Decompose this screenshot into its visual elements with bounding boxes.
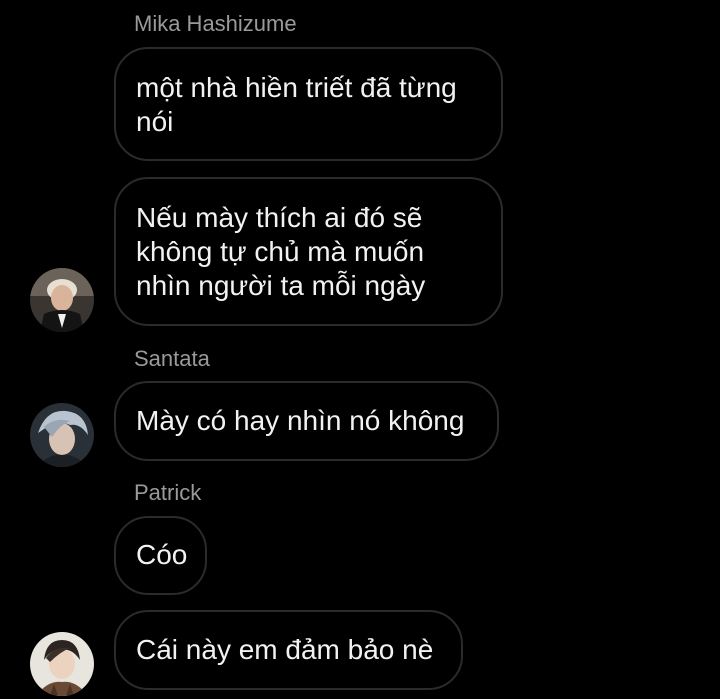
user-avatar-patrick[interactable] — [30, 632, 94, 696]
message-bubble[interactable]: Cóo — [114, 516, 207, 595]
message-text: một nhà hiền triết đã từng — [136, 72, 457, 103]
sender-name: Patrick — [134, 480, 202, 505]
message-text: nói — [136, 106, 174, 137]
message-text: nhìn người ta mỗi ngày — [136, 270, 426, 301]
message-text: Cóo — [136, 539, 188, 570]
sender-name: Mika Hashizume — [134, 11, 297, 36]
user-avatar-santata[interactable] — [30, 403, 94, 467]
message-text: Nếu mày thích ai đó sẽ — [136, 202, 423, 233]
message-bubble[interactable]: Nếu mày thích ai đó sẽ không tự chủ mà m… — [114, 177, 503, 326]
user-avatar-mika[interactable] — [30, 268, 94, 332]
message-bubble[interactable]: Mày có hay nhìn nó không — [114, 381, 499, 461]
message-bubble[interactable]: Cái này em đảm bảo nè — [114, 610, 463, 690]
message-text: Cái này em đảm bảo nè — [136, 634, 434, 665]
message-text: không tự chủ mà muốn — [136, 236, 425, 267]
message-text: Mày có hay nhìn nó không — [136, 405, 465, 436]
sender-name: Santata — [134, 346, 210, 371]
message-bubble[interactable]: một nhà hiền triết đã từng nói — [114, 47, 503, 161]
